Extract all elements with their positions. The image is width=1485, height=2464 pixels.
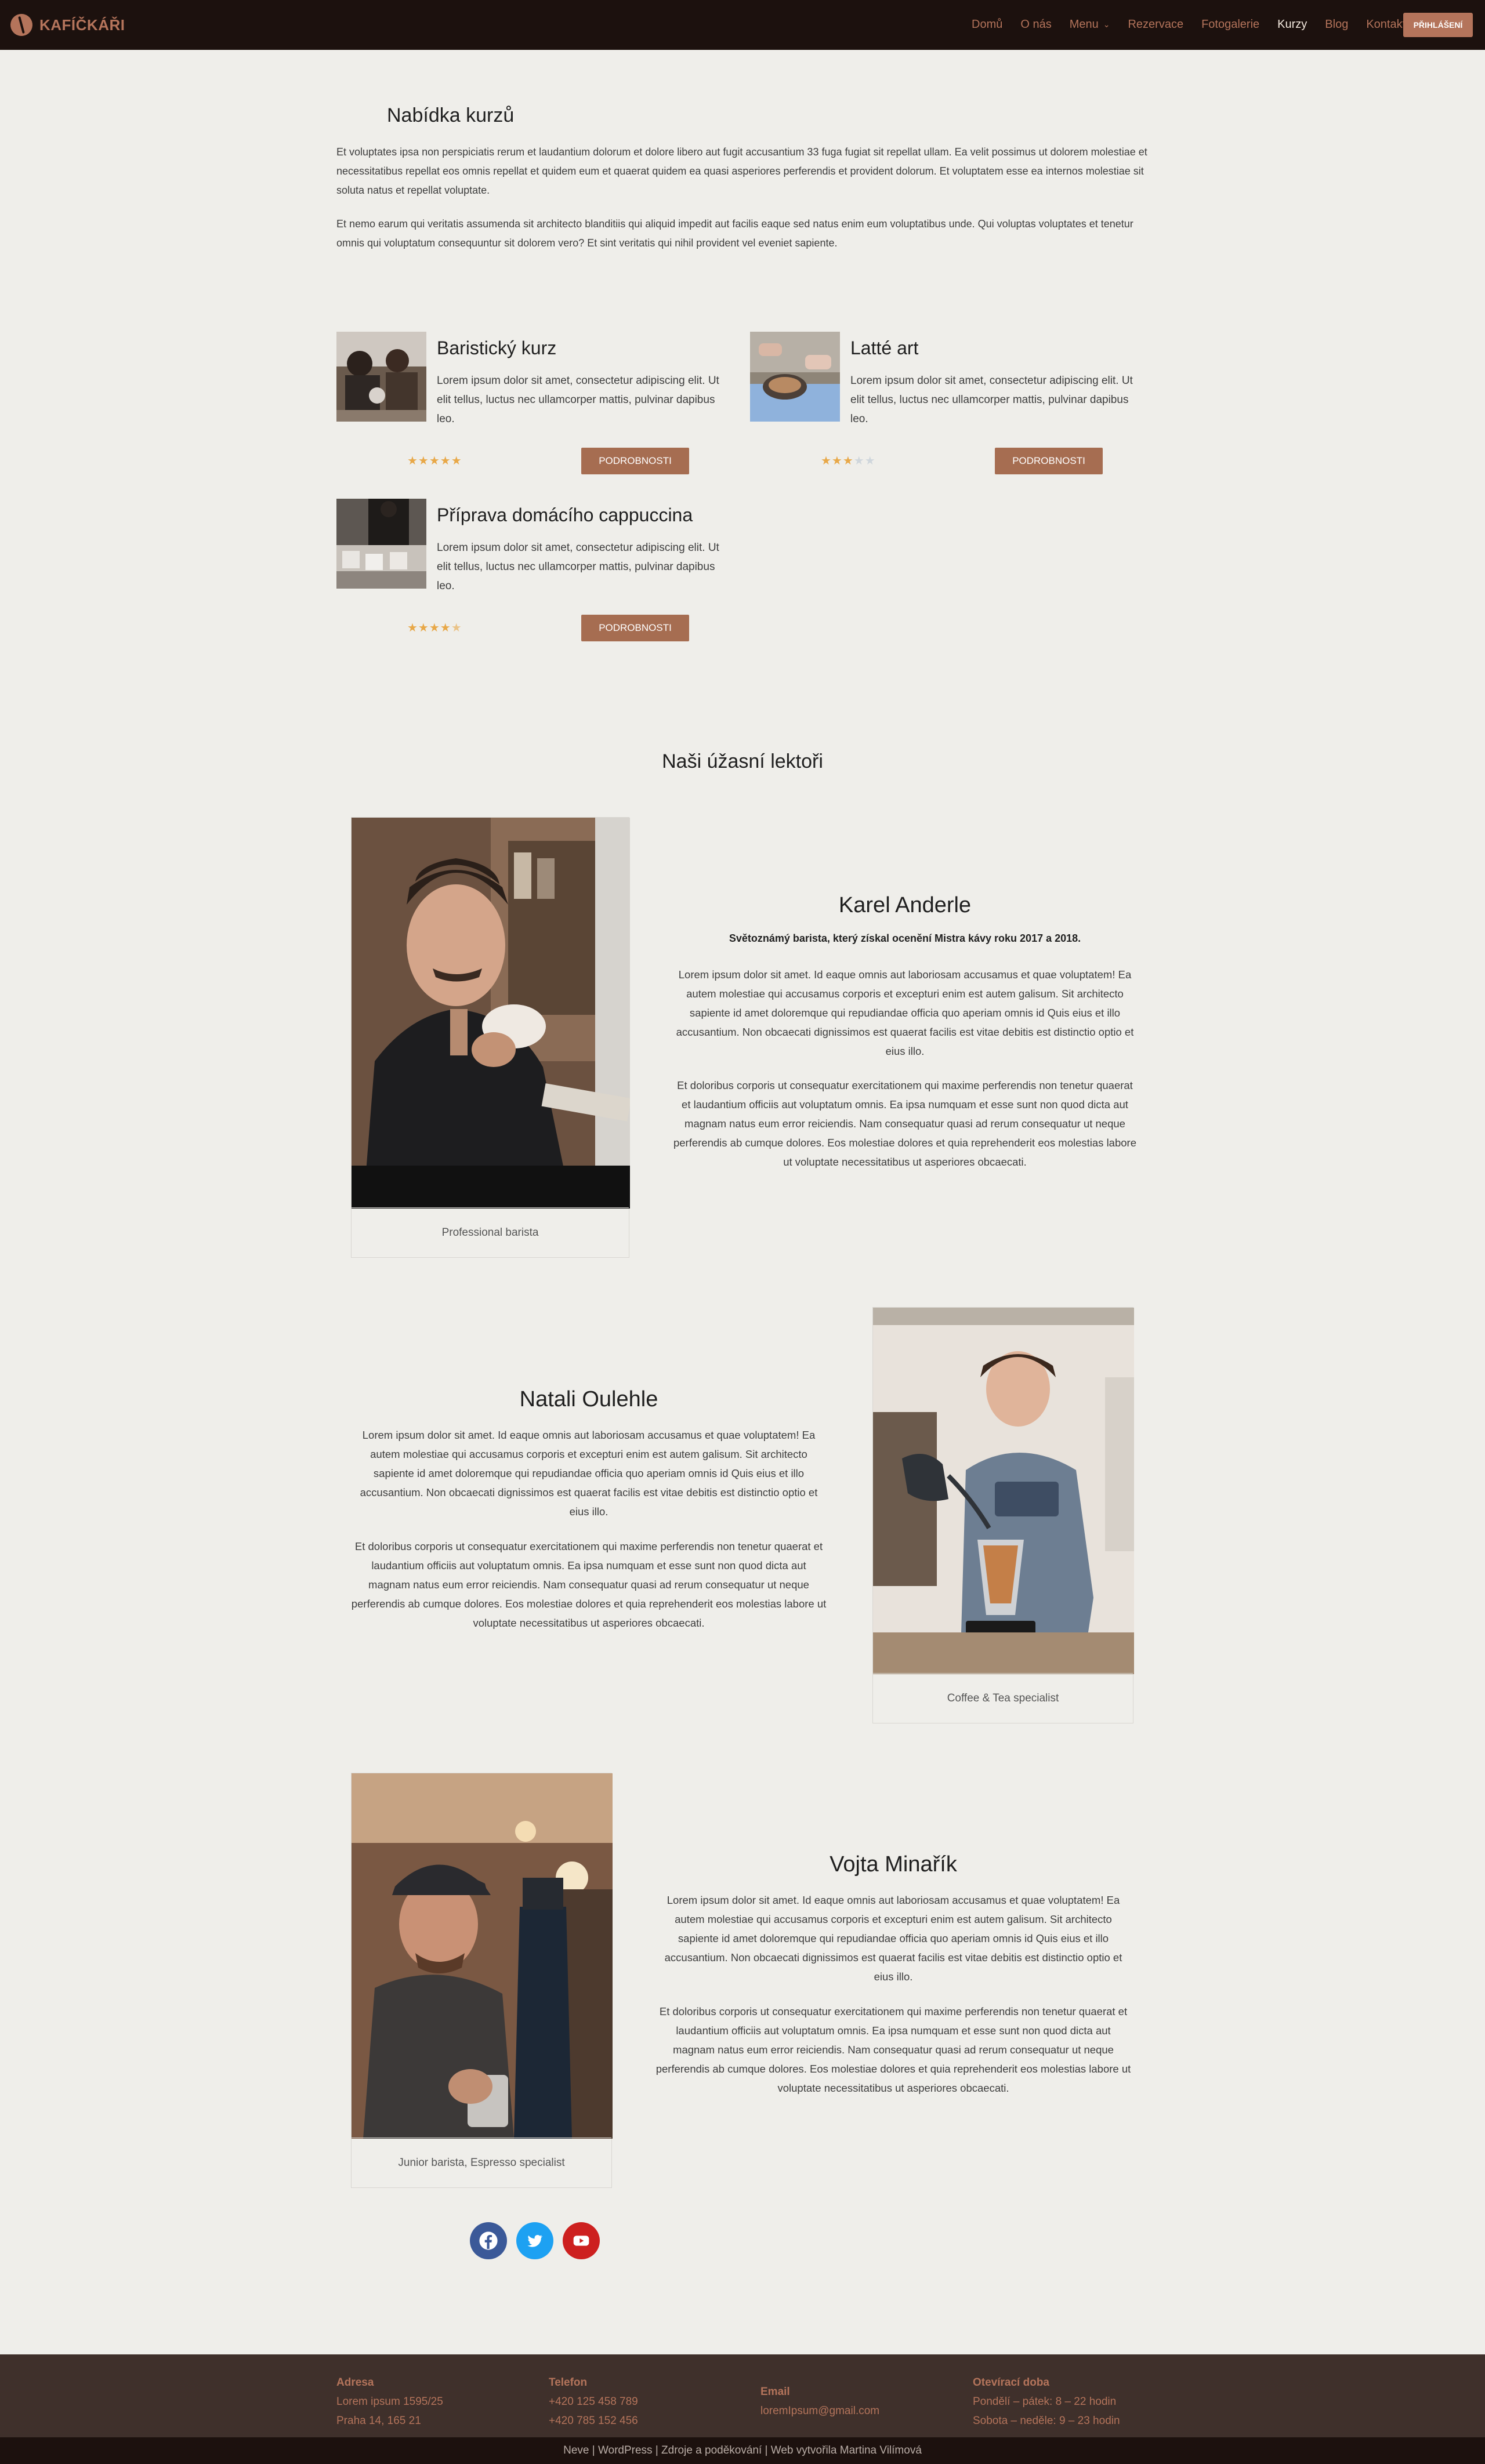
footer-hours-heading: Otevírací doba: [973, 2376, 1049, 2389]
site-logo[interactable]: KAFÍČKÁŘI: [6, 10, 125, 40]
footer-address: Adresa Lorem ipsum 1595/25 Praha 14, 165…: [336, 2373, 443, 2430]
course-description: Lorem ipsum dolor sit amet, consectetur …: [437, 375, 719, 425]
login-button[interactable]: PŘIHLÁŠENÍ: [1403, 13, 1473, 37]
footer-hours-line: Pondělí – pátek: 8 – 22 hodin: [973, 2396, 1117, 2408]
footer-email: Email loremIpsum@gmail.com: [760, 2382, 879, 2421]
course-title: Příprava domácího cappuccina: [437, 505, 693, 525]
lecturer-subtitle: Světoznámý barista, který získal ocenění…: [729, 932, 1081, 944]
facebook-icon: [479, 2231, 498, 2250]
course-card: Baristický kurz Lorem ipsum dolor sit am…: [336, 332, 737, 482]
course-title: Latté art: [850, 338, 919, 358]
rating-stars: ★★★★★: [407, 453, 462, 467]
course-card: Latté art Lorem ipsum dolor sit amet, co…: [750, 332, 1150, 482]
coffee-bean-icon: [6, 10, 37, 40]
rating-stars: ★★★★★: [407, 620, 462, 634]
footer-email-heading: Email: [760, 2386, 790, 2398]
footer-phone-heading: Telefon: [549, 2376, 588, 2389]
lecturer-name: Vojta Minařík: [830, 1852, 957, 1877]
details-button[interactable]: PODROBNOSTI: [581, 448, 689, 474]
nav-item-rezervace[interactable]: Rezervace: [1128, 18, 1183, 31]
lecturer-caption: Junior barista, Espresso specialist: [352, 2138, 611, 2187]
details-button[interactable]: PODROBNOSTI: [581, 615, 689, 641]
brand-name: KAFÍČKÁŘI: [39, 16, 125, 34]
footer-phone: Telefon +420 125 458 789 +420 785 152 45…: [549, 2373, 638, 2430]
intro-paragraph-2: Et nemo earum qui veritatis assumenda si…: [336, 218, 1133, 249]
lecturers-section-title: Naši úžasní lektoři: [662, 750, 823, 772]
main-nav: Domů O nás Menu ⌄ Rezervace Fotogalerie K…: [972, 18, 1424, 31]
lecturer-bio-2: Et doloribus corporis ut consequatur exe…: [351, 1540, 827, 1629]
footer-hours-line: Sobota – neděle: 9 – 23 hodin: [973, 2415, 1120, 2427]
site-footer: Adresa Lorem ipsum 1595/25 Praha 14, 165…: [0, 2354, 1485, 2437]
lecturer-caption: Professional barista: [352, 1207, 629, 1257]
course-title: Baristický kurz: [437, 338, 557, 358]
rating-stars: ★★★★★: [821, 453, 876, 467]
youtube-link[interactable]: [563, 2222, 600, 2259]
lecturer-bio-1: Lorem ipsum dolor sit amet. Id eaque omn…: [664, 1894, 1122, 1983]
lecturer-photo-card: Professional barista: [351, 817, 630, 1258]
nav-item-o-nas[interactable]: O nás: [1020, 18, 1051, 31]
site-header: KAFÍČKÁŘI Domů O nás Menu ⌄ Rezervace Fot…: [0, 0, 1485, 50]
courses-section-title: Nabídka kurzů: [387, 104, 515, 126]
lecturer-bio-1: Lorem ipsum dolor sit amet. Id eaque omn…: [676, 968, 1134, 1057]
details-button[interactable]: PODROBNOSTI: [995, 448, 1103, 474]
chevron-down-icon: ⌄: [1103, 20, 1110, 29]
course-image-cappuccino[interactable]: [336, 499, 426, 589]
nav-item-blog[interactable]: Blog: [1325, 18, 1348, 31]
nav-item-kontakt[interactable]: Kontakt: [1366, 18, 1406, 31]
lecturer-caption: Coffee & Tea specialist: [873, 1673, 1133, 1723]
intro-paragraph-1: Et voluptates ipsa non perspiciatis reru…: [336, 146, 1147, 196]
course-description: Lorem ipsum dolor sit amet, consectetur …: [437, 542, 719, 592]
lecturer-photo-vojta[interactable]: [352, 1773, 613, 2139]
youtube-icon: [573, 2236, 589, 2246]
course-card: Příprava domácího cappuccina Lorem ipsum…: [336, 499, 737, 649]
course-image-latte-art[interactable]: [750, 332, 840, 422]
nav-item-domu[interactable]: Domů: [972, 18, 1002, 31]
footer-address-line: Lorem ipsum 1595/25: [336, 2396, 443, 2408]
footer-credits[interactable]: Neve | WordPress | Zdroje a poděkování |…: [0, 2437, 1485, 2464]
course-description: Lorem ipsum dolor sit amet, consectetur …: [850, 375, 1133, 425]
lecturer-photo-natali[interactable]: [873, 1308, 1134, 1674]
lecturer-bio-2: Et doloribus corporis ut consequatur exe…: [673, 1079, 1136, 1168]
lecturer-photo-card: Coffee & Tea specialist: [872, 1307, 1134, 1723]
nav-item-menu-label: Menu: [1069, 18, 1099, 31]
footer-email-link[interactable]: loremIpsum@gmail.com: [760, 2401, 879, 2421]
facebook-link[interactable]: [470, 2222, 507, 2259]
footer-phone-link[interactable]: +420 125 458 789: [549, 2392, 638, 2411]
lecturer-name: Natali Oulehle: [519, 1387, 658, 1411]
nav-item-menu[interactable]: Menu ⌄: [1070, 18, 1110, 31]
footer-address-heading: Adresa: [336, 2376, 374, 2389]
lecturer-photo-card: Junior barista, Espresso specialist: [351, 1773, 613, 2188]
nav-item-kurzy[interactable]: Kurzy: [1277, 18, 1307, 31]
footer-address-line: Praha 14, 165 21: [336, 2415, 421, 2427]
footer-phone-link[interactable]: +420 785 152 456: [549, 2411, 638, 2430]
lecturer-bio-2: Et doloribus corporis ut consequatur exe…: [655, 2005, 1131, 2094]
twitter-link[interactable]: [516, 2222, 553, 2259]
course-image-barista[interactable]: [336, 332, 426, 422]
twitter-icon: [527, 2234, 543, 2247]
lecturer-name: Karel Anderle: [838, 893, 972, 917]
nav-item-fotogalerie[interactable]: Fotogalerie: [1201, 18, 1259, 31]
lecturer-photo-karel[interactable]: [352, 818, 630, 1209]
footer-hours: Otevírací doba Pondělí – pátek: 8 – 22 h…: [973, 2373, 1120, 2430]
lecturer-bio-1: Lorem ipsum dolor sit amet. Id eaque omn…: [360, 1429, 818, 1518]
